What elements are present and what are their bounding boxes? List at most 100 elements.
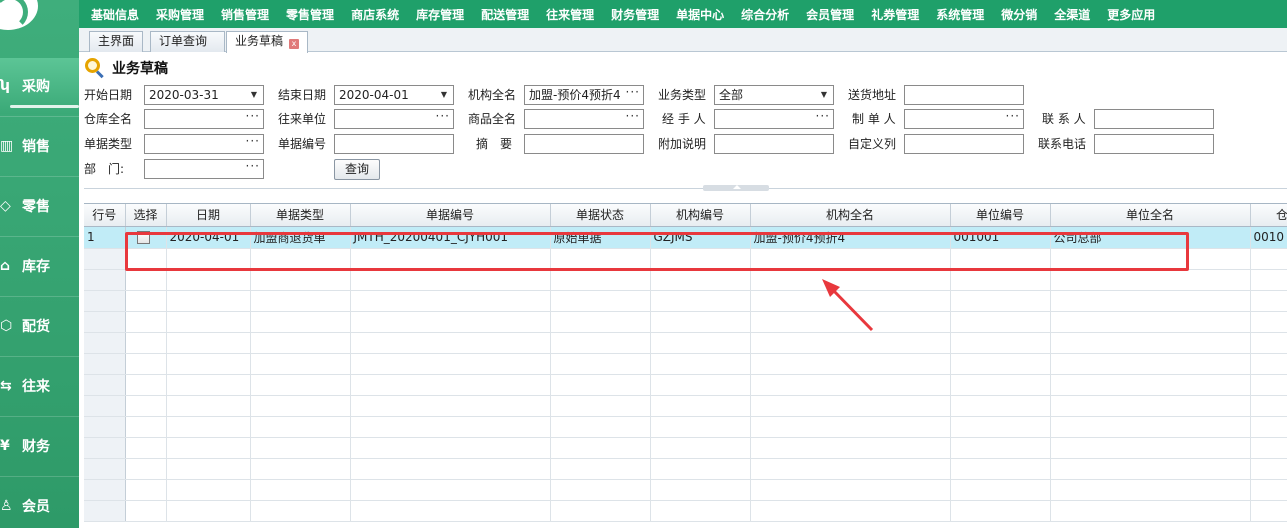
- menu-purchase[interactable]: 采购管理: [156, 6, 204, 23]
- sidebar-item-retail[interactable]: ◇ 零售: [0, 178, 79, 234]
- sidebar-item-inventory[interactable]: ⌂ 库存: [0, 238, 79, 294]
- empty-table-row: [84, 269, 1287, 291]
- menu-omnichannel[interactable]: 全渠道: [1054, 6, 1090, 23]
- dept-field[interactable]: ···: [144, 159, 264, 179]
- handler-field[interactable]: ···: [714, 109, 834, 129]
- ellipsis-icon[interactable]: ···: [816, 110, 830, 125]
- sidebar-item-label: 销售: [22, 139, 50, 155]
- menu-store-system[interactable]: 商店系统: [351, 6, 399, 23]
- product-field[interactable]: ···: [524, 109, 644, 129]
- start-date-field[interactable]: 2020-03-31 ▼: [144, 85, 264, 105]
- cart-icon: ʮ: [0, 78, 10, 94]
- col-header-date[interactable]: 日期: [166, 204, 251, 227]
- grid-header-row: 行号 选择 日期 单据类型 单据编号 单据状态 机构编号 机构全名 单位编号 单…: [84, 204, 1287, 227]
- cell-unit-name: 公司总部: [1050, 226, 1251, 249]
- tag-icon: ◇: [0, 198, 11, 214]
- menu-finance[interactable]: 财务管理: [611, 6, 659, 23]
- contact-field[interactable]: [1094, 109, 1214, 129]
- ellipsis-icon[interactable]: ···: [436, 110, 450, 125]
- sidebar-item-purchase[interactable]: ʮ 采购: [0, 58, 79, 114]
- ship-addr-field[interactable]: [904, 85, 1024, 105]
- cell-status: 原始单据: [550, 226, 651, 249]
- menu-system[interactable]: 系统管理: [936, 6, 984, 23]
- house-icon: ⌂: [0, 258, 11, 274]
- empty-table-row: [84, 248, 1287, 270]
- empty-table-row: [84, 395, 1287, 417]
- col-header-unit-name[interactable]: 单位全名: [1050, 204, 1251, 227]
- row-number: 1: [84, 226, 126, 249]
- menu-sales[interactable]: 销售管理: [221, 6, 269, 23]
- ellipsis-icon[interactable]: ···: [1006, 110, 1020, 125]
- org-name-field[interactable]: 加盟-预价4预折4 ···: [524, 85, 644, 105]
- dropdown-arrow-icon[interactable]: ▼: [437, 86, 451, 104]
- col-header-org-name[interactable]: 机构全名: [750, 204, 951, 227]
- query-button[interactable]: 查询: [334, 159, 380, 180]
- partner-field[interactable]: ···: [334, 109, 454, 129]
- cell-extra: 0010: [1250, 226, 1287, 249]
- sidebar-item-accounts[interactable]: ⇆ 往来: [0, 358, 79, 414]
- summary-label: 摘 要: [476, 137, 513, 151]
- col-header-doc-no[interactable]: 单据编号: [350, 204, 551, 227]
- menu-inventory[interactable]: 库存管理: [416, 6, 464, 23]
- sidebar-item-sales[interactable]: ▥ 销售: [0, 118, 79, 174]
- col-header-doc-type[interactable]: 单据类型: [250, 204, 351, 227]
- summary-field[interactable]: [524, 134, 644, 154]
- col-header-status[interactable]: 单据状态: [550, 204, 651, 227]
- table-row[interactable]: 1 2020-04-01 加盟商退货单 JMTH_20200401_CJYH00…: [84, 226, 1287, 249]
- sidebar-item-distribution[interactable]: ⬡ 配货: [0, 298, 79, 354]
- cell-doc-no: JMTH_20200401_CJYH001: [350, 226, 551, 249]
- biz-type-select[interactable]: 全部 ▼: [714, 85, 834, 105]
- sidebar-item-member[interactable]: ♙ 会员: [0, 478, 79, 528]
- splitter-handle[interactable]: [703, 185, 769, 191]
- row-checkbox[interactable]: [136, 231, 150, 244]
- ellipsis-icon[interactable]: ···: [626, 86, 640, 101]
- maker-field[interactable]: ···: [904, 109, 1024, 129]
- menu-basic-info[interactable]: 基础信息: [91, 6, 139, 23]
- phone-field[interactable]: [1094, 134, 1214, 154]
- col-header-unit-code[interactable]: 单位编号: [950, 204, 1051, 227]
- end-date-field[interactable]: 2020-04-01 ▼: [334, 85, 454, 105]
- ellipsis-icon[interactable]: ···: [246, 160, 260, 175]
- dept-label: 部 门:: [84, 162, 125, 176]
- ellipsis-icon[interactable]: ···: [246, 110, 260, 125]
- ellipsis-icon[interactable]: ···: [626, 110, 640, 125]
- empty-table-row: [84, 479, 1287, 501]
- doc-type-field[interactable]: ···: [144, 134, 264, 154]
- tab-order-query[interactable]: 订单查询: [150, 31, 225, 52]
- col-header-warehouse[interactable]: 仓: [1250, 204, 1287, 227]
- menu-micro-dist[interactable]: 微分销: [1001, 6, 1037, 23]
- menu-retail[interactable]: 零售管理: [286, 6, 334, 23]
- cell-org-code: GZJMS: [650, 226, 751, 249]
- menu-analysis[interactable]: 综合分析: [741, 6, 789, 23]
- menu-accounts[interactable]: 往来管理: [546, 6, 594, 23]
- menu-doc-center[interactable]: 单据中心: [676, 6, 724, 23]
- warehouse-field[interactable]: ···: [144, 109, 264, 129]
- box-icon: ⬡: [0, 318, 13, 334]
- sidebar-item-label: 库存: [22, 259, 50, 275]
- tab-label: 业务草稿: [235, 34, 284, 48]
- cell-date: 2020-04-01: [166, 226, 251, 249]
- dropdown-arrow-icon[interactable]: ▼: [817, 86, 831, 104]
- close-icon[interactable]: x: [289, 39, 300, 49]
- ellipsis-icon[interactable]: ···: [246, 135, 260, 150]
- tab-main[interactable]: 主界面: [89, 31, 144, 52]
- sidebar-item-label: 零售: [22, 199, 50, 215]
- menu-more-apps[interactable]: 更多应用: [1107, 6, 1155, 23]
- splitter-line: [84, 188, 1287, 189]
- product-label: 商品全名: [468, 112, 517, 126]
- custom-col-field[interactable]: [904, 134, 1024, 154]
- menu-delivery[interactable]: 配送管理: [481, 6, 529, 23]
- dropdown-arrow-icon[interactable]: ▼: [247, 86, 261, 104]
- end-date-label: 结束日期: [278, 88, 327, 102]
- menu-members[interactable]: 会员管理: [806, 6, 854, 23]
- col-header-org-code[interactable]: 机构编号: [650, 204, 751, 227]
- empty-table-row: [84, 332, 1287, 354]
- col-header-select[interactable]: 选择: [125, 204, 167, 227]
- extra-field[interactable]: [714, 134, 834, 154]
- sidebar-item-finance[interactable]: ¥ 财务: [0, 418, 79, 474]
- doc-no-field[interactable]: [334, 134, 454, 154]
- col-header-row-no[interactable]: 行号: [84, 204, 126, 227]
- menu-vouchers[interactable]: 礼券管理: [871, 6, 919, 23]
- empty-table-row: [84, 290, 1287, 312]
- tab-drafts[interactable]: 业务草稿 x: [226, 31, 309, 53]
